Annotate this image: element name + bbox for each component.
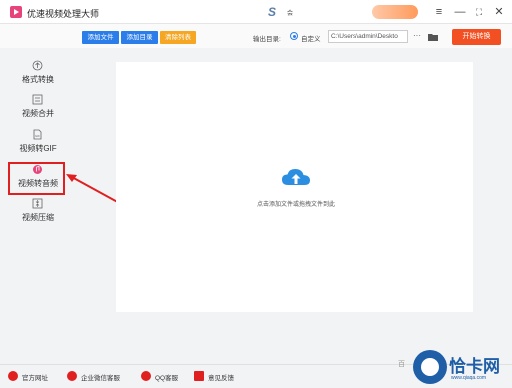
output-path-field[interactable]: C:\Users\admin\Deskto bbox=[328, 30, 408, 43]
cloud-upload-icon[interactable] bbox=[281, 168, 311, 190]
app-title: 优速视频处理大师 bbox=[27, 9, 100, 19]
brand-badge-label: 会 bbox=[287, 11, 294, 17]
footer-qq-support-link[interactable]: QQ客服 bbox=[141, 370, 187, 382]
sidebar-item-label: 格式转换 bbox=[22, 75, 54, 84]
add-file-button[interactable]: 添加文件 bbox=[82, 31, 119, 44]
footer-item-label: QQ客服 bbox=[155, 375, 179, 382]
browse-more-button[interactable]: ··· bbox=[413, 31, 421, 40]
svg-text:GIF: GIF bbox=[35, 134, 40, 138]
watermark-logo: 恰卡网 www.qiaqa.com bbox=[413, 350, 512, 388]
home-icon bbox=[8, 371, 18, 381]
sidebar-item-format-convert[interactable]: 格式转换 bbox=[0, 60, 76, 94]
active-item-highlight bbox=[8, 162, 65, 195]
add-directory-button[interactable]: 添加目录 bbox=[121, 31, 158, 44]
footer-item-label: 官方网址 bbox=[22, 375, 48, 382]
sidebar-item-label: 视频合并 bbox=[22, 109, 54, 118]
compress-icon bbox=[32, 198, 43, 209]
brand-badge-icon: S bbox=[268, 5, 277, 19]
menu-icon[interactable]: ≡ bbox=[432, 5, 446, 19]
maximize-button[interactable]: ⛶ bbox=[472, 5, 486, 19]
footer-official-site-link[interactable]: 官方网址 bbox=[8, 370, 58, 382]
folder-icon[interactable] bbox=[428, 33, 438, 41]
custom-output-radio[interactable] bbox=[290, 32, 298, 40]
watermark-prefix: 百 bbox=[398, 361, 405, 368]
sidebar-item-video-merge[interactable]: 视频合并 bbox=[0, 94, 76, 128]
watermark-url: www.qiaqa.com bbox=[451, 375, 487, 381]
sidebar-item-label: 视频转GIF bbox=[19, 144, 57, 153]
output-directory-label: 输出目录: bbox=[253, 36, 281, 43]
watermark-name: 恰卡网 bbox=[449, 357, 500, 376]
footer-wecom-support-link[interactable]: 企业微信客服 bbox=[67, 370, 129, 382]
custom-output-label: 自定义 bbox=[301, 36, 321, 43]
gif-icon: GIF bbox=[33, 129, 42, 140]
format-convert-icon bbox=[32, 60, 43, 71]
footer-item-label: 意见反馈 bbox=[208, 375, 234, 382]
sidebar-item-video-to-gif[interactable]: GIF 视频转GIF bbox=[0, 129, 76, 163]
close-button[interactable]: ✕ bbox=[492, 5, 506, 19]
video-merge-icon bbox=[32, 94, 43, 105]
drop-hint-text: 点击添加文件或拖拽文件到此 bbox=[256, 202, 335, 208]
user-account-pill[interactable] bbox=[372, 5, 418, 19]
app-logo-icon bbox=[10, 6, 22, 18]
feedback-icon bbox=[194, 371, 204, 381]
qq-icon bbox=[141, 371, 151, 381]
clear-list-button[interactable]: 清除列表 bbox=[160, 31, 196, 44]
wecom-icon bbox=[67, 371, 77, 381]
title-bar: 优速视频处理大师 S 会 ≡ — ⛶ ✕ bbox=[0, 0, 512, 24]
watermark-logo-icon bbox=[413, 350, 447, 384]
footer-item-label: 企业微信客服 bbox=[81, 375, 120, 382]
footer-feedback-link[interactable]: 意见反馈 bbox=[194, 370, 244, 382]
minimize-button[interactable]: — bbox=[453, 5, 467, 19]
start-convert-button[interactable]: 开始转换 bbox=[452, 29, 501, 45]
